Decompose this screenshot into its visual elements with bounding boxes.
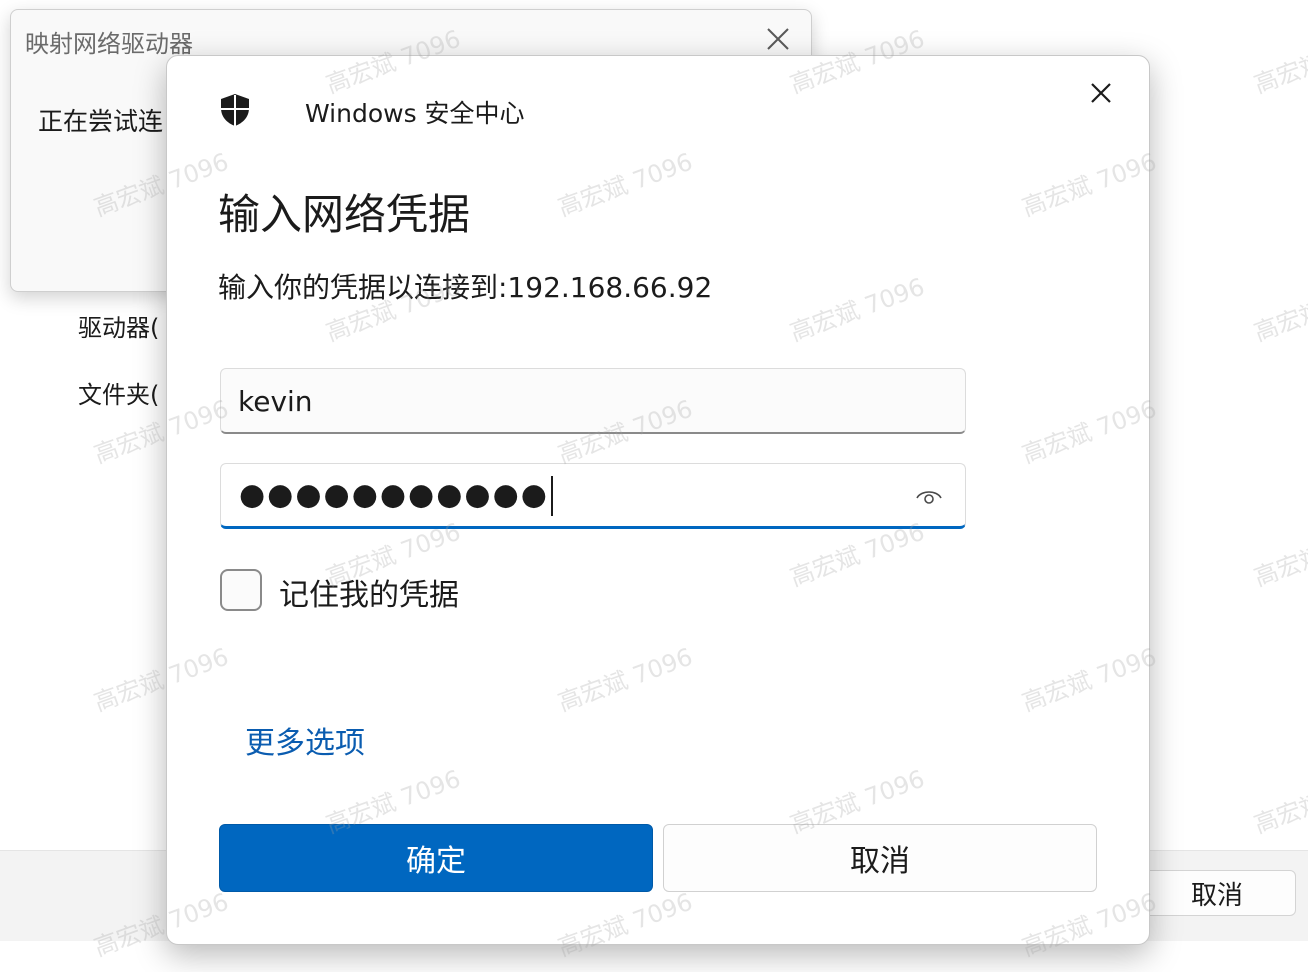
username-field[interactable]: kevin [220,368,966,434]
username-value: kevin [238,385,313,418]
more-options-link[interactable]: 更多选项 [245,718,365,762]
wizard-cancel-button[interactable]: 取消 [1138,870,1296,916]
dialog-subheading: 输入你的凭据以连接到:192.168.66.92 [218,271,713,304]
password-value: ●●●●●●●●●●● [239,476,553,516]
remember-credentials-label: 记住我的凭据 [279,578,459,613]
close-icon[interactable] [1084,76,1118,110]
connecting-dialog-title: 映射网络驱动器 [25,30,193,58]
ok-button[interactable]: 确定 [219,824,653,892]
cancel-button[interactable]: 取消 [663,824,1097,892]
folder-label: 文件夹( [78,381,160,409]
windows-security-dialog: Windows 安全中心 输入网络凭据 输入你的凭据以连接到:192.168.6… [166,55,1150,945]
drive-label: 驱动器( [78,314,160,342]
dialog-heading: 输入网络凭据 [218,190,471,239]
reveal-password-icon[interactable] [914,484,944,508]
text-caret [550,476,553,516]
close-icon[interactable] [761,22,795,56]
connecting-status-text: 正在尝试连 [38,107,164,136]
shield-icon [221,94,249,126]
remember-credentials-checkbox[interactable] [220,569,262,611]
dialog-app-title: Windows 安全中心 [305,99,525,128]
password-field[interactable]: ●●●●●●●●●●● [220,463,966,529]
